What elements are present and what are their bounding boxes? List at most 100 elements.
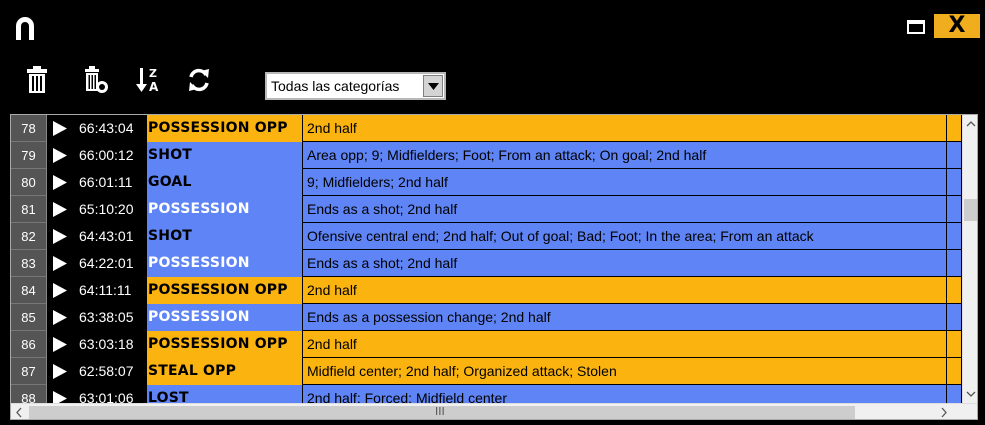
row-number: 84 (11, 277, 47, 304)
play-icon[interactable] (47, 385, 73, 403)
trash-icon[interactable] (26, 66, 52, 94)
horizontal-scrollbar[interactable]: III (11, 403, 977, 419)
row-end-cell (947, 142, 962, 169)
toolbar: Z A Todas las categorías (0, 48, 985, 114)
play-icon[interactable] (47, 304, 73, 331)
refresh-icon[interactable] (186, 66, 212, 94)
row-end-cell (947, 304, 962, 331)
scroll-up-icon[interactable] (963, 115, 977, 132)
event-description: 2nd half (302, 115, 947, 142)
svg-text:A: A (149, 80, 159, 94)
row-number: 78 (11, 115, 47, 142)
event-row[interactable]: 78 66:43:04 POSSESSION OPP 2nd half (11, 115, 962, 142)
row-number: 82 (11, 223, 47, 250)
event-description: Area opp; 9; Midfielders; Foot; From an … (302, 142, 947, 169)
row-number: 88 (11, 385, 47, 403)
maximize-button[interactable] (907, 20, 925, 34)
event-description: Midfield center; 2nd half; Organized att… (302, 358, 947, 385)
category-filter-dropdown[interactable]: Todas las categorías (265, 72, 446, 100)
event-category: SHOT (147, 223, 302, 250)
sort-za-icon[interactable]: Z A (136, 66, 162, 94)
event-time: 65:10:20 (73, 196, 147, 223)
horizontal-scroll-thumb[interactable]: III (29, 405, 855, 419)
vertical-scrollbar[interactable] (962, 115, 977, 403)
scroll-down-icon[interactable] (963, 386, 977, 403)
category-filter-value: Todas las categorías (271, 78, 400, 94)
play-icon[interactable] (47, 223, 73, 250)
event-category: POSSESSION OPP (147, 277, 302, 304)
event-row[interactable]: 85 63:38:05 POSSESSION Ends as a possession… (11, 304, 962, 331)
scroll-right-icon[interactable] (935, 404, 952, 419)
event-list-window: X Z A Todas las categorías 78 66:43:04 P… (0, 0, 985, 425)
vertical-scroll-thumb[interactable] (964, 199, 977, 221)
row-end-cell (947, 169, 962, 196)
event-row[interactable]: 79 66:00:12 SHOT Area opp; 9; Midfielders; … (11, 142, 962, 169)
row-end-cell (947, 358, 962, 385)
play-icon[interactable] (47, 169, 73, 196)
event-category: POSSESSION OPP (147, 331, 302, 358)
close-button[interactable]: X (934, 14, 980, 38)
row-number: 79 (11, 142, 47, 169)
event-row[interactable]: 80 66:01:11 GOAL 9; Midfielders; 2nd half (11, 169, 962, 196)
row-number: 83 (11, 250, 47, 277)
event-description: 2nd half; Forced; Midfield center (302, 385, 947, 403)
event-time: 66:00:12 (73, 142, 147, 169)
delete-filtered-icon[interactable] (84, 66, 110, 94)
event-category: SHOT (147, 142, 302, 169)
row-number: 86 (11, 331, 47, 358)
event-row[interactable]: 88 63:01:06 LOST 2nd half; Forced; Midfield… (11, 385, 962, 403)
event-time: 64:11:11 (73, 277, 147, 304)
event-description: Ends as a shot; 2nd half (302, 196, 947, 223)
play-icon[interactable] (47, 358, 73, 385)
event-time: 62:58:07 (73, 358, 147, 385)
event-row[interactable]: 83 64:22:01 POSSESSION Ends as a shot; 2nd … (11, 250, 962, 277)
row-end-cell (947, 196, 962, 223)
scroll-grip: III (435, 405, 445, 418)
row-end-cell (947, 115, 962, 142)
row-number: 85 (11, 304, 47, 331)
event-time: 63:03:18 (73, 331, 147, 358)
event-category: POSSESSION (147, 250, 302, 277)
event-rows: 78 66:43:04 POSSESSION OPP 2nd half 79 66:00:… (11, 115, 962, 403)
play-icon[interactable] (47, 196, 73, 223)
event-category: STEAL OPP (147, 358, 302, 385)
event-category: LOST (147, 385, 302, 403)
event-description: Ends as a possession change; 2nd half (302, 304, 947, 331)
event-description: Ends as a shot; 2nd half (302, 250, 947, 277)
event-description: 2nd half (302, 277, 947, 304)
row-end-cell (947, 277, 962, 304)
event-time: 63:01:06 (73, 385, 147, 403)
row-number: 81 (11, 196, 47, 223)
event-time: 66:01:11 (73, 169, 147, 196)
event-description: 9; Midfielders; 2nd half (302, 169, 947, 196)
event-description: Ofensive central end; 2nd half; Out of g… (302, 223, 947, 250)
row-end-cell (947, 385, 962, 403)
svg-text:Z: Z (149, 67, 157, 80)
event-time: 64:22:01 (73, 250, 147, 277)
row-number: 80 (11, 169, 47, 196)
event-row[interactable]: 82 64:43:01 SHOT Ofensive central end; 2nd … (11, 223, 962, 250)
play-icon[interactable] (47, 115, 73, 142)
event-category: POSSESSION (147, 304, 302, 331)
event-row[interactable]: 84 64:11:11 POSSESSION OPP 2nd half (11, 277, 962, 304)
event-time: 64:43:01 (73, 223, 147, 250)
event-row[interactable]: 87 62:58:07 STEAL OPP Midfield center; 2nd … (11, 358, 962, 385)
scroll-left-icon[interactable] (11, 404, 28, 419)
event-row[interactable]: 86 63:03:18 POSSESSION OPP 2nd half (11, 331, 962, 358)
event-category: POSSESSION OPP (147, 115, 302, 142)
event-description: 2nd half (302, 331, 947, 358)
title-bar: X (0, 0, 985, 48)
row-end-cell (947, 223, 962, 250)
row-end-cell (947, 250, 962, 277)
app-logo-icon (14, 16, 36, 40)
event-row[interactable]: 81 65:10:20 POSSESSION Ends as a shot; 2nd … (11, 196, 962, 223)
event-category: POSSESSION (147, 196, 302, 223)
play-icon[interactable] (47, 331, 73, 358)
play-icon[interactable] (47, 142, 73, 169)
event-time: 66:43:04 (73, 115, 147, 142)
event-time: 63:38:05 (73, 304, 147, 331)
play-icon[interactable] (47, 277, 73, 304)
event-category: GOAL (147, 169, 302, 196)
play-icon[interactable] (47, 250, 73, 277)
chevron-down-icon[interactable] (423, 75, 443, 97)
